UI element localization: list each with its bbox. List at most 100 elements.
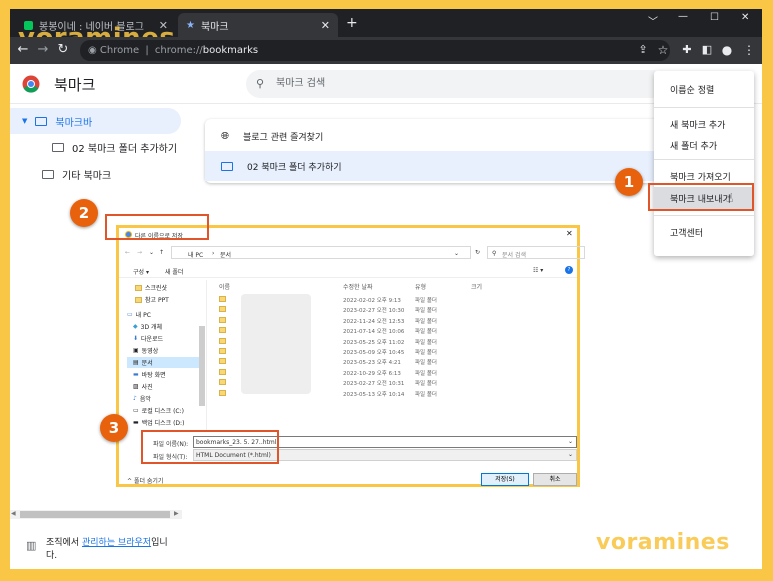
table-row[interactable]: 2023-05-09 오후 10:45 파일 폴더 bbox=[209, 346, 589, 357]
nav-label: 음악 bbox=[139, 396, 151, 403]
share-icon[interactable]: ⇪ bbox=[634, 41, 652, 59]
table-row[interactable]: 2022-10-29 오후 6:13 파일 폴더 bbox=[209, 367, 589, 378]
list-item[interactable]: 02 북마크 폴더 추가하기 bbox=[205, 151, 660, 181]
tab-search-icon[interactable]: ﹀ bbox=[648, 13, 658, 28]
nav-label: 스크린샷 bbox=[145, 285, 168, 292]
path-dropdown-icon[interactable]: ⌄ bbox=[454, 250, 459, 257]
scroll-left-icon[interactable]: ◀ bbox=[11, 510, 16, 517]
nav-item-videos[interactable]: ▣ 동영상 bbox=[133, 346, 158, 355]
organize-button[interactable]: 구성 ▾ bbox=[133, 267, 149, 276]
sidebar-item-other-bookmarks[interactable]: 기타 북마크 bbox=[42, 161, 111, 187]
nav-up-icon[interactable]: ↑ bbox=[159, 249, 164, 256]
highlight-box-export bbox=[648, 183, 754, 211]
help-icon[interactable]: ? bbox=[565, 266, 573, 274]
menu-item-sort-by-name[interactable]: 이름순 정렬 bbox=[670, 83, 714, 96]
file-type: 파일 폴더 bbox=[415, 308, 437, 315]
dialog-path-bar[interactable]: 내 PC › 문서 ⌄ bbox=[171, 246, 471, 259]
menu-item-add-folder[interactable]: 새 폴더 추가 bbox=[670, 139, 717, 152]
menu-item-add-bookmark[interactable]: 새 북마크 추가 bbox=[670, 118, 725, 131]
list-item[interactable]: 🌐︎ 블로그 관련 즐겨찾기 bbox=[205, 121, 660, 151]
table-row[interactable]: 2022-02-02 오후 9:13 파일 폴더 bbox=[209, 294, 589, 305]
dialog-search-input[interactable]: ⚲ 문서 검색 bbox=[487, 246, 585, 259]
table-row[interactable]: 2023-05-13 오후 10:14 파일 폴더 bbox=[209, 388, 589, 399]
nav-label: 동영상 bbox=[141, 348, 159, 355]
table-row[interactable]: 2021-07-14 오전 10:06 파일 폴더 bbox=[209, 325, 589, 336]
profile-avatar-icon[interactable]: ● bbox=[718, 41, 736, 59]
nav-recent-icon[interactable]: ⌄ bbox=[149, 249, 154, 256]
nav-item-downloads[interactable]: ⬇ 다운로드 bbox=[133, 334, 163, 343]
column-header-size[interactable]: 크기 bbox=[471, 282, 482, 291]
menu-item-import-bookmarks[interactable]: 북마크 가져오기 bbox=[670, 170, 731, 183]
bookmark-title: 블로그 관련 즐겨찾기 bbox=[243, 132, 324, 143]
side-panel-icon[interactable]: ◧ bbox=[698, 41, 716, 59]
hide-folders-toggle[interactable]: ^ 폴더 숨기기 bbox=[127, 476, 163, 485]
column-header-type[interactable]: 유형 bbox=[415, 282, 426, 291]
nav-back-icon[interactable]: ← bbox=[125, 249, 130, 256]
modified-date: 2022-10-29 오후 6:13 bbox=[343, 370, 401, 377]
cancel-button[interactable]: 취소 bbox=[533, 473, 577, 486]
url-separator: | bbox=[145, 45, 149, 56]
nav-item-backup-disk-d[interactable]: ▬ 백업 디스크 (D:) bbox=[133, 418, 184, 427]
tab-bookmarks[interactable]: ★ 북마크 ✕ bbox=[178, 13, 338, 37]
column-header-name[interactable]: 이름 bbox=[219, 282, 230, 291]
minimize-button[interactable]: — bbox=[678, 11, 688, 22]
nav-item-this-pc[interactable]: ▭ 내 PC bbox=[127, 310, 151, 319]
new-tab-button[interactable]: + bbox=[346, 15, 358, 31]
dialog-refresh-icon[interactable]: ↻ bbox=[475, 249, 480, 256]
bookmark-search-input[interactable]: ⚲ 북마크 검색 bbox=[246, 70, 666, 98]
address-bar[interactable]: ◉ Chrome | chrome://bookmarks bbox=[80, 40, 670, 61]
column-header-date[interactable]: 수정한 날짜 bbox=[343, 282, 373, 291]
globe-icon: 🌐︎ bbox=[221, 130, 229, 142]
disk-icon: ▬ bbox=[133, 419, 139, 426]
dialog-file-list: 이름 수정한 날짜 유형 크기 2022-02-02 오후 9:13 파일 폴더 2… bbox=[209, 280, 577, 430]
window-close-button[interactable]: ✕ bbox=[741, 12, 749, 23]
view-options-icon[interactable]: ☷ ▾ bbox=[533, 267, 543, 274]
maximize-button[interactable]: ☐ bbox=[710, 12, 719, 23]
forward-arrow-icon[interactable]: → bbox=[34, 41, 52, 59]
folder-icon bbox=[52, 142, 64, 152]
table-row[interactable]: 2023-05-23 오후 4:21 파일 폴더 bbox=[209, 356, 589, 367]
nav-item-ppt[interactable]: 참고 PPT bbox=[135, 295, 169, 304]
download-icon: ⬇ bbox=[133, 335, 139, 342]
nav-label: 바탕 화면 bbox=[141, 372, 166, 379]
scrollbar-thumb[interactable] bbox=[20, 511, 170, 518]
nav-label: 문서 bbox=[141, 360, 153, 367]
managed-browser-link[interactable]: 관리하는 브라우저 bbox=[82, 538, 151, 548]
chevron-down-icon[interactable]: ⌄ bbox=[568, 451, 573, 458]
nav-forward-icon[interactable]: → bbox=[137, 249, 142, 256]
nav-item-desktop[interactable]: ▬ 바탕 화면 bbox=[133, 370, 166, 379]
scroll-right-icon[interactable]: ▶ bbox=[174, 510, 179, 517]
sidebar-item-folder-02[interactable]: 02 북마크 폴더 추가하기 bbox=[52, 134, 177, 160]
nav-item-local-disk-c[interactable]: ▭ 로컬 디스크 (C:) bbox=[133, 406, 184, 415]
extensions-puzzle-icon[interactable]: ✚ bbox=[678, 41, 696, 59]
nav-item-pictures[interactable]: ▨ 사진 bbox=[133, 382, 153, 391]
menu-item-help-center[interactable]: 고객센터 bbox=[670, 226, 703, 239]
table-row[interactable]: 2023-05-25 오후 11:02 파일 폴더 bbox=[209, 336, 589, 347]
path-segment-pc[interactable]: 내 PC bbox=[188, 250, 203, 259]
horizontal-scrollbar[interactable]: ◀ ▶ bbox=[10, 510, 182, 519]
nav-item-music[interactable]: ♪ 음악 bbox=[133, 394, 151, 403]
nav-item-screenshots[interactable]: 스크린샷 bbox=[135, 283, 167, 292]
bookmark-star-icon[interactable]: ☆ bbox=[654, 41, 672, 59]
table-row[interactable]: 2022-11-24 오전 12:53 파일 폴더 bbox=[209, 315, 589, 326]
chevron-down-icon[interactable]: ⌄ bbox=[568, 438, 573, 445]
dialog-close-button[interactable]: ✕ bbox=[566, 229, 573, 238]
path-segment-documents[interactable]: 문서 bbox=[220, 250, 231, 259]
reload-icon[interactable]: ↻ bbox=[54, 41, 72, 59]
close-tab-icon[interactable]: ✕ bbox=[321, 19, 330, 32]
nav-scrollbar[interactable] bbox=[199, 326, 205, 406]
table-row[interactable]: 2023-02-27 오전 10:31 파일 폴더 bbox=[209, 377, 589, 388]
tab-title: 북마크 bbox=[200, 21, 229, 33]
menu-divider bbox=[654, 107, 754, 108]
back-arrow-icon[interactable]: ← bbox=[14, 41, 32, 59]
nav-item-documents[interactable]: ▤ 문서 bbox=[133, 358, 153, 367]
file-type: 파일 폴더 bbox=[415, 350, 437, 356]
sidebar-item-bookmark-bar[interactable]: ▼ 북마크바 bbox=[22, 108, 92, 134]
more-menu-icon[interactable]: ⋮ bbox=[740, 41, 758, 59]
folder-icon bbox=[219, 337, 226, 344]
table-row[interactable]: 2023-02-27 오전 10:30 파일 폴더 bbox=[209, 304, 589, 315]
new-folder-button[interactable]: 새 폴더 bbox=[165, 267, 183, 276]
modified-date: 2023-05-23 오후 4:21 bbox=[343, 360, 401, 367]
save-button[interactable]: 저장(S) bbox=[481, 473, 529, 486]
nav-item-3d-objects[interactable]: ◆ 3D 개체 bbox=[133, 322, 162, 331]
